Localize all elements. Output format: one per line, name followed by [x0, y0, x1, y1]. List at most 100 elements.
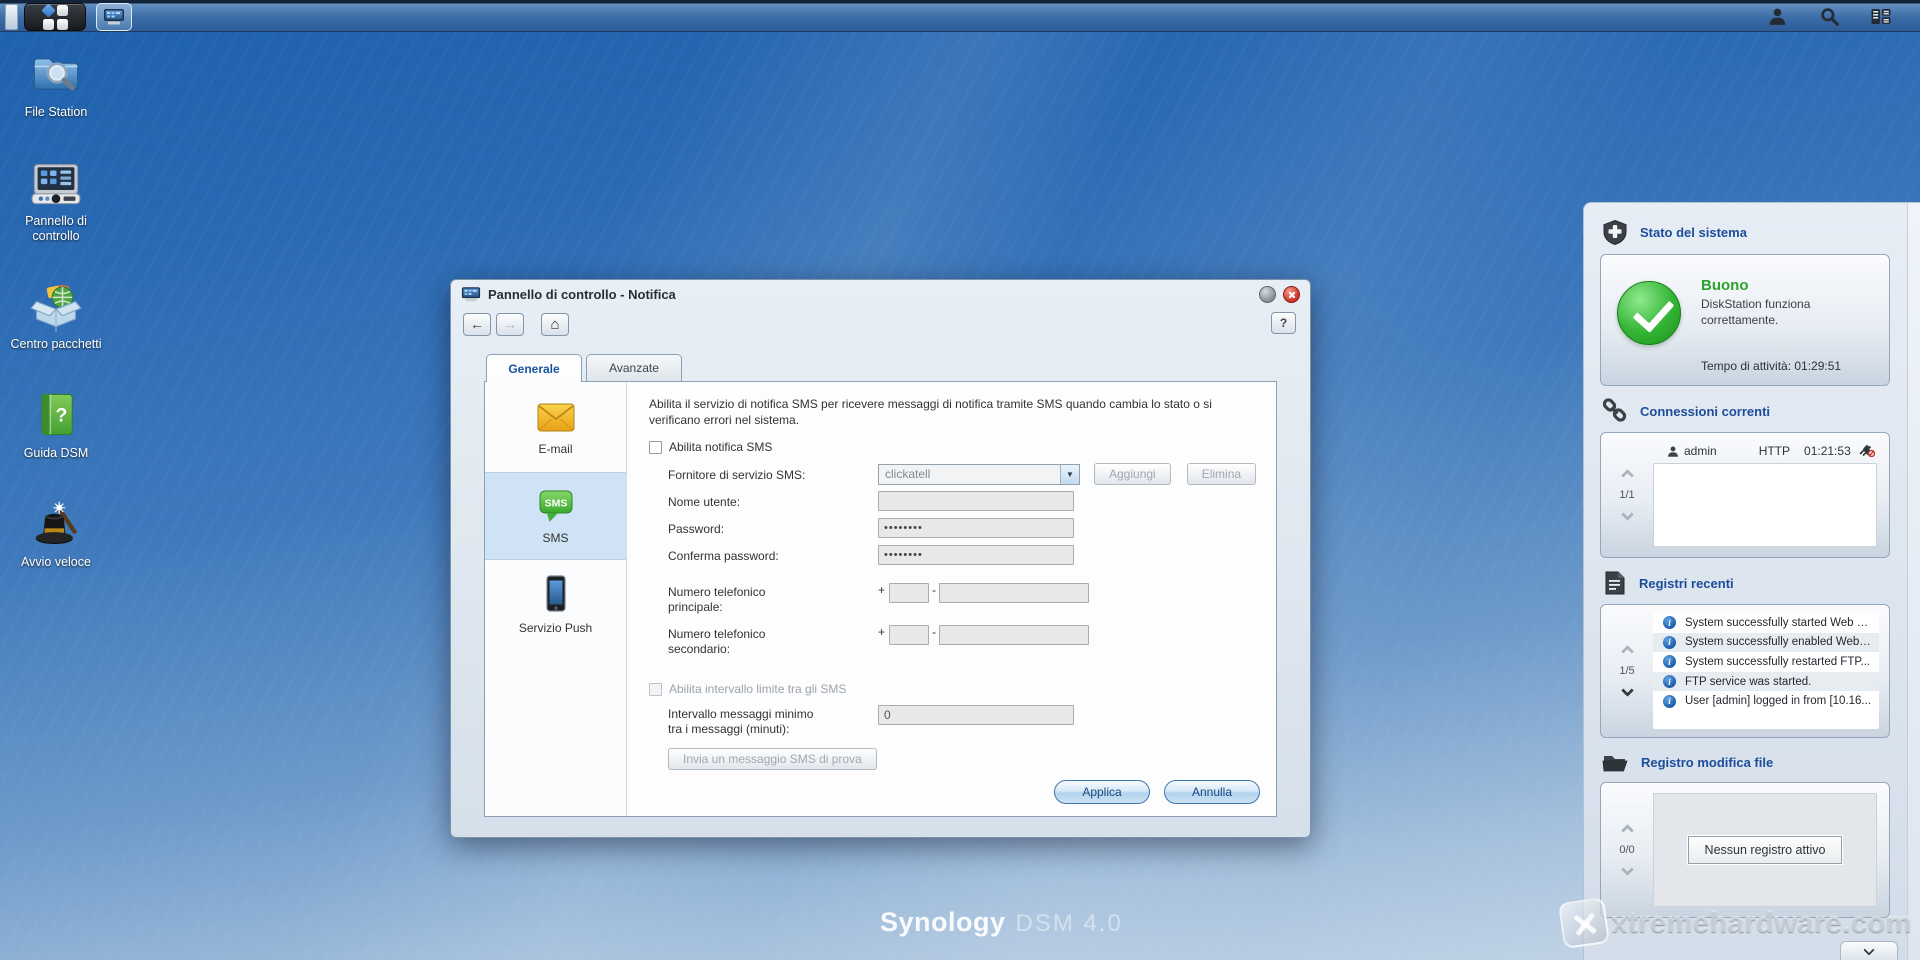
log-row[interactable]: i FTP service was started.: [1653, 671, 1879, 692]
logs-pager: 1/5: [1601, 605, 1653, 737]
desktop-icon-label: Guida DSM: [23, 446, 89, 460]
enable-sms-interval-checkbox[interactable]: [649, 682, 662, 696]
minimize-button[interactable]: [1259, 286, 1276, 303]
user-icon: [1769, 8, 1785, 25]
enable-sms-label: Abilita notifica SMS: [669, 440, 773, 455]
widget-panel-scrollbar[interactable]: [1907, 203, 1920, 960]
log-text: User [admin] logged in from [10.16...: [1685, 695, 1872, 708]
widget-title: Registri recenti: [1639, 575, 1734, 591]
sms-provider-value: clickatell: [885, 466, 931, 481]
pager-count: 1/5: [1619, 665, 1635, 677]
status-value: Buono: [1701, 277, 1749, 294]
desktop-icon-dsm-help[interactable]: ? Guida DSM: [0, 389, 112, 461]
log-text: System successfully restarted FTP...: [1685, 655, 1871, 668]
primary-phone-number-input[interactable]: [939, 583, 1090, 604]
primary-phone-country-input[interactable]: [889, 583, 930, 604]
system-status-section: Stato del sistema Buono DiskStation funz…: [1584, 219, 1920, 386]
sms-provider-select[interactable]: clickatell ▼: [878, 463, 1080, 485]
window-icon: [461, 286, 481, 301]
file-change-log-section: Registro modifica file 0/0 Nessun regist…: [1584, 750, 1920, 918]
home-button[interactable]: ⌂: [541, 312, 569, 336]
enable-sms-checkbox[interactable]: [649, 440, 662, 454]
help-button[interactable]: ?: [1271, 312, 1296, 334]
log-text: System successfully enabled WebD...: [1685, 636, 1875, 649]
sidebar-item-sms[interactable]: SMS SMS: [485, 472, 626, 560]
log-row[interactable]: i System successfully started Web St...: [1653, 613, 1879, 633]
tab-generale[interactable]: Generale: [486, 354, 582, 382]
info-icon: i: [1663, 694, 1676, 708]
provider-label: Fornitore di servizio SMS:: [668, 467, 806, 482]
log-document-icon: [1605, 571, 1625, 595]
system-widget-panel: Stato del sistema Buono DiskStation funz…: [1583, 202, 1920, 960]
confirm-password-input[interactable]: [878, 545, 1074, 566]
pager-down-icon[interactable]: [1620, 863, 1634, 876]
interval-input[interactable]: [878, 705, 1074, 726]
window-titlebar[interactable]: Pannello di controllo - Notifica: [451, 280, 1310, 308]
home-icon: ⌂: [550, 315, 560, 333]
desktop-icon-label: File Station: [24, 105, 88, 119]
username-input[interactable]: [878, 491, 1074, 512]
tab-avanzate[interactable]: Avanzate: [586, 354, 682, 381]
log-row[interactable]: i System successfully enabled WebD...: [1653, 632, 1879, 653]
uptime-text: Tempo di attività: 01:29:51: [1701, 359, 1842, 373]
close-button[interactable]: [1283, 286, 1300, 303]
pager-count: 1/1: [1619, 489, 1635, 501]
cancel-button[interactable]: Annulla: [1164, 780, 1260, 804]
back-button[interactable]: ←: [463, 312, 491, 336]
chevron-down-icon: ▼: [1060, 464, 1079, 484]
panel-collapse-button[interactable]: [1840, 941, 1898, 960]
interval-label: Intervallo messaggi minimo tra i messagg…: [668, 707, 814, 737]
log-text: System successfully started Web St...: [1685, 616, 1875, 629]
disconnect-icon[interactable]: [1858, 443, 1876, 460]
shield-health-icon: [1603, 219, 1627, 246]
window-toolbar: ← → ⌂ ?: [451, 308, 1310, 340]
forward-icon: →: [503, 316, 517, 332]
connection-protocol: HTTP: [1758, 444, 1791, 458]
desktop-icon-quick-start[interactable]: Avvio veloce: [0, 498, 112, 570]
connections-pager: 1/1: [1601, 433, 1653, 557]
info-icon: i: [1663, 655, 1676, 669]
desktop-icon-label: Avvio veloce: [21, 554, 91, 569]
pager-up-icon[interactable]: [1620, 824, 1634, 837]
secondary-phone-country-input[interactable]: [889, 625, 930, 646]
pilot-view-button[interactable]: [1868, 5, 1894, 29]
sidebar-item-push-service[interactable]: Servizio Push: [485, 560, 626, 648]
username-label: Nome utente:: [668, 494, 741, 509]
desktop-icon-file-station[interactable]: File Station: [0, 48, 112, 120]
synology-logo-text: Synology: [880, 907, 1006, 937]
file-log-empty-area: Nessun registro attivo: [1653, 793, 1877, 907]
pager-down-icon[interactable]: [1620, 508, 1634, 521]
secondary-phone-number-input[interactable]: [939, 625, 1090, 646]
desktop-icon-control-panel[interactable]: Pannello di controllo: [0, 157, 112, 244]
pager-up-icon[interactable]: [1620, 469, 1634, 482]
connection-row[interactable]: admin HTTP 01:21:53: [1653, 441, 1877, 461]
svg-text:SMS: SMS: [544, 497, 567, 509]
pager-down-icon[interactable]: [1620, 684, 1634, 697]
confirm-password-label: Conferma password:: [668, 548, 779, 563]
show-desktop-button[interactable]: [5, 4, 18, 30]
sidebar-item-email[interactable]: E-mail: [485, 384, 626, 472]
folder-icon: [1602, 756, 1628, 772]
send-test-sms-button[interactable]: Invia un messaggio SMS di prova: [668, 748, 877, 771]
back-icon: ←: [470, 316, 484, 332]
no-active-log-button[interactable]: Nessun registro attivo: [1686, 835, 1844, 865]
password-input[interactable]: [878, 518, 1074, 539]
pager-up-icon[interactable]: [1620, 645, 1634, 658]
phone-plus-prefix: +: [878, 583, 886, 598]
log-row[interactable]: i User [admin] logged in from [10.16...: [1653, 691, 1879, 711]
delete-provider-button[interactable]: Elimina: [1186, 463, 1257, 486]
search-button[interactable]: [1816, 5, 1842, 29]
user-menu-button[interactable]: [1764, 5, 1790, 29]
desktop-icon-package-center[interactable]: Centro pacchetti: [0, 280, 112, 352]
control-panel-mini-icon: [104, 9, 124, 25]
taskbar-item-control-panel[interactable]: [96, 3, 132, 31]
desktop-icon-column: File Station Pannello di controllo Centr…: [0, 48, 112, 570]
main-menu-button[interactable]: [24, 2, 86, 31]
forward-button[interactable]: →: [496, 312, 524, 336]
notification-channel-list: E-mail SMS SMS Servizio Push: [485, 382, 627, 816]
password-label: Password:: [668, 521, 725, 536]
add-provider-button[interactable]: Aggiungi: [1094, 463, 1171, 486]
widget-title: Registro modifica file: [1641, 754, 1774, 770]
log-row[interactable]: i System successfully restarted FTP...: [1653, 652, 1879, 672]
apply-button[interactable]: Applica: [1054, 780, 1150, 804]
